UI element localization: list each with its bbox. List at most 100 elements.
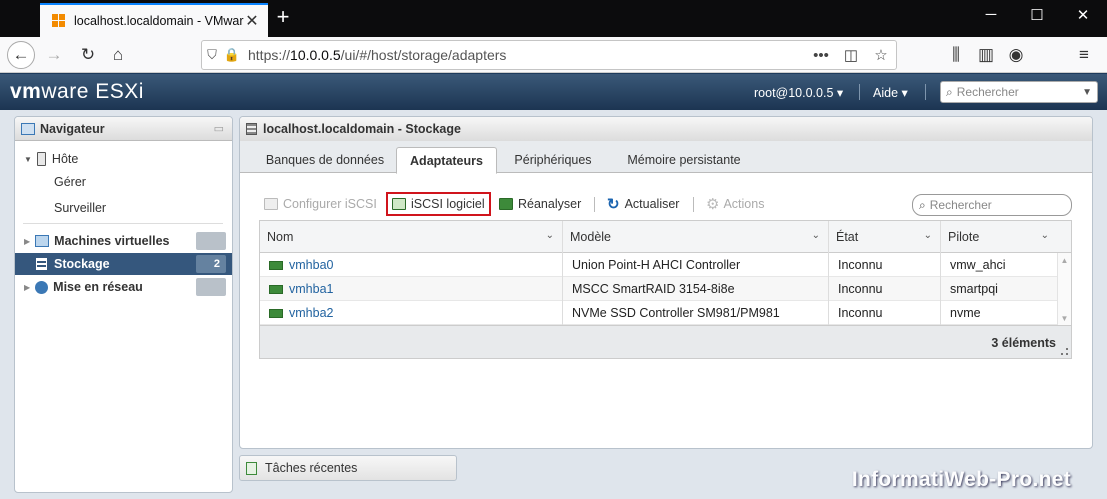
model-cell: Union Point-H AHCI Controller: [563, 253, 829, 277]
button-label: Configurer iSCSI: [283, 197, 377, 211]
tab-persistent-memory[interactable]: Mémoire persistante: [615, 147, 753, 173]
navigator-header: Navigateur ▭: [15, 117, 232, 141]
adapter-name-cell[interactable]: vmhba1: [260, 277, 563, 301]
account-icon[interactable]: ◉: [1002, 41, 1030, 69]
rescan-button[interactable]: Réanalyser: [499, 193, 581, 215]
tab-datastores[interactable]: Banques de données: [250, 147, 400, 173]
iscsi-icon: [392, 198, 406, 210]
table-scrollbar[interactable]: ▲ ▼: [1057, 253, 1071, 325]
sidebar-icon[interactable]: ▥: [972, 41, 1000, 69]
sidebar-item-virtual-machines[interactable]: ▶ Machines virtuelles: [15, 230, 232, 252]
sidebar-item-monitor[interactable]: Surveiller: [15, 197, 232, 219]
state-cell: Inconnu: [829, 253, 941, 277]
adapter-name-cell[interactable]: vmhba2: [260, 301, 563, 325]
close-window-icon[interactable]: ✕: [1060, 6, 1106, 24]
help-menu[interactable]: Aide ▾: [873, 85, 908, 100]
sidebar-divider: [23, 223, 223, 224]
url-text[interactable]: https://10.0.0.5/ui/#/host/storage/adapt…: [248, 47, 806, 63]
table-row[interactable]: vmhba1 MSCC SmartRAID 3154-8i8e Inconnu …: [260, 277, 1057, 301]
virtual-machines-icon: [35, 235, 50, 247]
shield-icon[interactable]: ⛉: [202, 47, 222, 63]
host-icon: [36, 152, 46, 166]
chevron-down-icon[interactable]: ▼: [1082, 87, 1092, 98]
vmware-favicon-icon: [52, 14, 66, 28]
minimize-icon[interactable]: ─: [968, 6, 1014, 23]
column-header-model[interactable]: Modèle ⌄: [563, 221, 829, 253]
library-icon[interactable]: ⫼: [942, 41, 970, 69]
count-badge: 2: [196, 255, 226, 273]
recent-tasks-button[interactable]: Tâches récentes: [239, 455, 457, 481]
refresh-button[interactable]: ↻ Actualiser: [607, 193, 679, 215]
chevron-down-icon[interactable]: ⌄: [924, 230, 932, 241]
navigator-panel: Navigateur ▭ ▼ Hôte Gérer Surveiller ▶ M…: [14, 116, 233, 493]
expand-triangle-icon[interactable]: ▼: [24, 155, 32, 164]
toolbar-divider: [693, 197, 694, 212]
configure-iscsi-button[interactable]: Configurer iSCSI: [264, 193, 377, 215]
clipboard-icon: [246, 461, 257, 475]
table-row[interactable]: vmhba2 NVMe SSD Controller SM981/PM981 I…: [260, 301, 1057, 325]
software-iscsi-button[interactable]: iSCSI logiciel: [386, 192, 491, 216]
tab-adapters[interactable]: Adaptateurs: [396, 147, 497, 174]
resize-handle-icon[interactable]: [1061, 348, 1068, 355]
button-label: Actions: [723, 197, 765, 211]
chevron-down-icon[interactable]: ⌄: [546, 230, 554, 241]
sidebar-item-label: Hôte: [51, 152, 79, 166]
chevron-down-icon[interactable]: ⌄: [1041, 230, 1049, 241]
gear-icon: ⚙: [706, 196, 720, 213]
sidebar-item-label: Machines virtuelles: [54, 234, 170, 248]
sidebar-item-label: Stockage: [54, 257, 110, 271]
scroll-up-icon[interactable]: ▲: [1058, 256, 1071, 265]
reload-button[interactable]: ↻: [74, 41, 102, 69]
sidebar-item-networking[interactable]: ▶ Mise en réseau: [15, 276, 232, 298]
watermark: InformatiWeb-Pro.net: [851, 468, 1071, 491]
menu-icon[interactable]: ≡: [1070, 41, 1098, 69]
hba-icon: [269, 260, 283, 270]
browser-tab[interactable]: localhost.localdomain - VMware ✕: [40, 3, 268, 37]
rescan-icon: [499, 198, 513, 210]
table-row[interactable]: vmhba0 Union Point-H AHCI Controller Inc…: [260, 253, 1057, 277]
back-button[interactable]: ←: [7, 41, 35, 69]
user-menu[interactable]: root@10.0.0.5 ▾: [754, 85, 843, 100]
adapter-name-cell[interactable]: vmhba0: [260, 253, 563, 277]
sidebar-item-storage[interactable]: Stockage 2: [15, 253, 232, 275]
refresh-icon: ↻: [607, 196, 620, 213]
new-tab-button[interactable]: +: [273, 4, 293, 30]
expand-triangle-icon[interactable]: ▶: [24, 283, 30, 292]
close-tab-icon[interactable]: ✕: [244, 11, 260, 31]
tab-devices[interactable]: Périphériques: [503, 147, 603, 173]
navigator-icon: [21, 122, 35, 135]
button-label: Réanalyser: [518, 197, 582, 211]
vmware-esxi-logo: vmware ESXi: [10, 80, 144, 103]
driver-cell: smartpqi: [950, 282, 998, 296]
driver-cell: vmw_ahci: [950, 258, 1006, 272]
expand-triangle-icon[interactable]: ▶: [24, 237, 30, 246]
page-actions-icon[interactable]: •••: [806, 47, 836, 64]
storage-icon: [36, 258, 47, 270]
header-divider: [859, 84, 860, 100]
table-footer: 3 éléments: [260, 325, 1071, 358]
bookmark-star-icon[interactable]: ☆: [866, 46, 896, 64]
forward-button[interactable]: →: [40, 41, 68, 69]
pocket-icon[interactable]: ◫: [836, 46, 866, 64]
column-header-name[interactable]: Nom ⌄: [260, 221, 563, 253]
sidebar-item-host[interactable]: ▼ Hôte: [15, 148, 232, 170]
hba-icon: [269, 284, 283, 294]
home-button[interactable]: ⌂: [104, 41, 132, 69]
search-icon: ⌕: [919, 197, 926, 212]
header-search-input[interactable]: ⌕ Rechercher ▼: [940, 81, 1098, 103]
lock-warning-icon[interactable]: 🔒: [222, 47, 242, 63]
driver-cell: nvme: [950, 306, 981, 320]
chevron-down-icon[interactable]: ⌄: [812, 230, 820, 241]
scroll-down-icon[interactable]: ▼: [1058, 314, 1071, 323]
maximize-icon[interactable]: ☐: [1014, 6, 1060, 24]
tab-strip: Banques de données Adaptateurs Périphéri…: [240, 141, 1092, 174]
column-header-state[interactable]: État ⌄: [829, 221, 941, 253]
sidebar-item-manage[interactable]: Gérer: [15, 171, 232, 193]
count-badge: [196, 232, 226, 250]
column-header-driver[interactable]: Pilote ⌄: [941, 221, 1057, 253]
url-bar[interactable]: ⛉ 🔒 https://10.0.0.5/ui/#/host/storage/a…: [201, 40, 897, 70]
button-label: iSCSI logiciel: [411, 197, 485, 211]
adapter-search-input[interactable]: ⌕ Rechercher: [912, 194, 1072, 216]
actions-button[interactable]: ⚙ Actions: [706, 193, 764, 215]
collapse-panel-icon[interactable]: ▭: [214, 122, 224, 135]
